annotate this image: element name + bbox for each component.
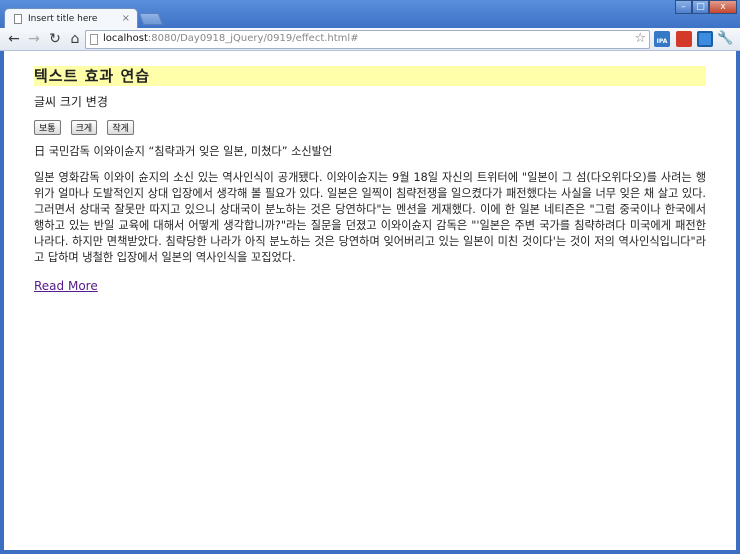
article-title: 日 국민감독 이와이슌지 “침략과거 잊은 일본, 미쳤다” 소신발언 — [34, 145, 333, 158]
page-icon — [90, 34, 98, 45]
article: 日 국민감독 이와이슌지 “침략과거 잊은 일본, 미쳤다” 소신발언 일본 영… — [34, 144, 706, 266]
back-arrow-icon[interactable]: ← — [5, 30, 23, 48]
browser-toolbar: ← → ↻ ⌂ localhost:8080/Day0918_jQuery/09… — [0, 28, 740, 51]
normal-size-button[interactable]: 보통 — [34, 120, 61, 135]
home-icon[interactable]: ⌂ — [66, 30, 84, 48]
forward-arrow-icon[interactable]: → — [25, 30, 43, 48]
large-size-button[interactable]: 크게 — [70, 120, 98, 135]
book-extension-icon[interactable] — [676, 31, 692, 47]
article-body: 일본 영화감독 이와이 슌지의 소신 있는 역사인식이 공개됐다. 이와이슌지는… — [34, 171, 706, 264]
tab-close-icon[interactable]: × — [122, 13, 130, 24]
page-viewport: 텍스트 효과 연습 글씨 크기 변경 보통 크게 작게 日 국민감독 이와이슌지… — [4, 51, 736, 550]
url-text[interactable]: localhost:8080/Day0918_jQuery/0919/effec… — [103, 33, 359, 44]
page-heading: 텍스트 효과 연습 — [34, 66, 706, 86]
minimize-button[interactable]: – — [675, 0, 692, 14]
small-size-button[interactable]: 작게 — [107, 120, 134, 135]
page-content: 텍스트 효과 연습 글씨 크기 변경 보통 크게 작게 日 국민감독 이와이슌지… — [34, 66, 706, 294]
close-window-button[interactable]: x — [709, 0, 737, 14]
read-more-link[interactable]: Read More — [34, 279, 98, 293]
ipa-extension-icon[interactable]: IPA — [654, 31, 670, 47]
browser-window: Insert title here × – □ x ← → ↻ ⌂ localh… — [0, 0, 740, 554]
title-bar: Insert title here × – □ x — [0, 0, 740, 29]
address-bar[interactable]: localhost:8080/Day0918_jQuery/0919/effec… — [85, 30, 650, 49]
new-tab-button[interactable] — [138, 13, 164, 25]
monitor-extension-icon[interactable] — [697, 31, 713, 47]
font-size-label: 글씨 크기 변경 — [34, 95, 108, 109]
reload-icon[interactable]: ↻ — [46, 30, 64, 48]
tab-title: Insert title here — [28, 14, 98, 24]
maximize-button[interactable]: □ — [692, 0, 709, 14]
star-icon[interactable]: ☆ — [634, 31, 646, 46]
browser-tab[interactable]: Insert title here × — [4, 8, 138, 29]
font-size-buttons: 보통 크게 작게 — [34, 116, 706, 135]
page-icon — [14, 14, 22, 24]
wrench-icon[interactable]: 🔧 — [717, 31, 733, 47]
